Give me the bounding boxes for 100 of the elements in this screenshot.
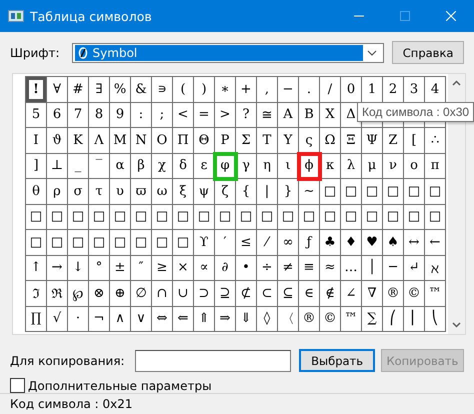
character-cell[interactable]: □ xyxy=(173,230,194,256)
character-cell[interactable]: □ xyxy=(320,204,341,230)
character-cell[interactable]: ⊕ xyxy=(110,281,131,306)
character-cell[interactable]: ♥ xyxy=(362,230,383,256)
character-cell[interactable]: □ xyxy=(68,204,89,230)
character-cell[interactable]: β xyxy=(131,154,152,179)
character-cell[interactable]: ? xyxy=(236,102,257,128)
character-cell[interactable]: ⇐ xyxy=(173,306,194,332)
character-cell[interactable]: ϕ xyxy=(299,154,320,179)
character-cell[interactable]: ∂ xyxy=(215,256,236,281)
scroll-up-icon[interactable] xyxy=(452,80,461,86)
character-cell[interactable]: ∏ xyxy=(26,306,47,332)
character-cell[interactable]: ℑ xyxy=(26,281,47,306)
scroll-down-icon[interactable] xyxy=(452,322,461,328)
character-cell[interactable]: □ xyxy=(341,179,362,204)
character-cell[interactable]: ℵ xyxy=(425,256,446,281)
character-cell[interactable]: □ xyxy=(383,204,404,230)
character-cell[interactable]: □ xyxy=(110,230,131,256)
character-cell[interactable]: ∠ xyxy=(341,281,362,306)
character-cell[interactable]: ∈ xyxy=(299,281,320,306)
character-cell[interactable]: < xyxy=(173,102,194,128)
character-cell[interactable]: □ xyxy=(26,230,47,256)
character-cell[interactable]: ″ xyxy=(131,256,152,281)
character-cell[interactable]: □ xyxy=(257,204,278,230)
character-cell[interactable]: Θ xyxy=(194,128,215,154)
character-cell[interactable]: − xyxy=(278,77,299,102)
character-cell[interactable]: ™ xyxy=(425,281,446,306)
character-cell[interactable]: ∩ xyxy=(152,281,173,306)
character-cell[interactable]: τ xyxy=(89,179,110,204)
character-cell[interactable]: χ xyxy=(152,154,173,179)
character-cell[interactable]: □ xyxy=(47,204,68,230)
character-cell[interactable]: ο xyxy=(404,154,425,179)
character-cell[interactable]: ; xyxy=(152,102,173,128)
character-cell[interactable]: □ xyxy=(131,230,152,256)
character-cell[interactable]: ∉ xyxy=(320,281,341,306)
character-cell[interactable]: ⎝ xyxy=(425,306,446,332)
character-cell[interactable]: │ xyxy=(362,256,383,281)
character-cell[interactable]: ∇ xyxy=(362,281,383,306)
character-cell[interactable]: ⊃ xyxy=(194,281,215,306)
character-cell[interactable]: Ζ xyxy=(383,128,404,154)
character-cell[interactable]: = xyxy=(194,102,215,128)
character-cell[interactable]: Σ xyxy=(236,128,257,154)
character-cell[interactable]: υ xyxy=(110,179,131,204)
character-cell[interactable]: ′ xyxy=(215,230,236,256)
character-cell[interactable]: Ψ xyxy=(362,128,383,154)
character-cell[interactable]: ρ xyxy=(47,179,68,204)
character-cell[interactable]: □ xyxy=(152,230,173,256)
character-cell[interactable]: : xyxy=(131,102,152,128)
character-cell[interactable]: Ν xyxy=(131,128,152,154)
character-cell[interactable]: Ι xyxy=(26,128,47,154)
character-cell[interactable]: ≤ xyxy=(236,230,257,256)
character-cell[interactable]: ~ xyxy=(299,179,320,204)
character-cell[interactable]: η xyxy=(257,154,278,179)
character-cell[interactable]: ∪ xyxy=(173,281,194,306)
character-cell[interactable]: ‾ xyxy=(89,154,110,179)
copy-field[interactable] xyxy=(134,350,292,372)
character-cell[interactable]: ℘ xyxy=(68,281,89,306)
character-cell[interactable]: 〈 xyxy=(278,306,299,332)
character-cell[interactable]: κ xyxy=(320,154,341,179)
character-cell[interactable]: Λ xyxy=(89,128,110,154)
character-cell[interactable]: Β xyxy=(299,102,320,128)
character-cell[interactable]: + xyxy=(236,77,257,102)
character-cell[interactable]: λ xyxy=(341,154,362,179)
character-cell[interactable]: Μ xyxy=(110,128,131,154)
character-cell[interactable]: □ xyxy=(110,204,131,230)
character-cell[interactable]: ι xyxy=(278,154,299,179)
character-cell[interactable]: ϑ xyxy=(47,128,68,154)
character-cell[interactable]: ↑ xyxy=(26,256,47,281)
character-cell[interactable]: γ xyxy=(236,154,257,179)
character-cell[interactable]: □ xyxy=(89,204,110,230)
character-cell[interactable]: α xyxy=(110,154,131,179)
character-cell[interactable]: , xyxy=(257,77,278,102)
character-cell[interactable]: Τ xyxy=(257,128,278,154)
character-cell[interactable]: 9 xyxy=(110,102,131,128)
character-cell[interactable]: ∞ xyxy=(278,230,299,256)
character-cell[interactable]: ( xyxy=(173,77,194,102)
character-cell[interactable]: Α xyxy=(278,102,299,128)
character-cell[interactable]: # xyxy=(68,77,89,102)
character-cell[interactable]: ± xyxy=(110,256,131,281)
character-cell[interactable]: ⊂ xyxy=(257,281,278,306)
character-cell[interactable]: □ xyxy=(215,204,236,230)
character-cell[interactable]: ↓ xyxy=(68,256,89,281)
character-cell[interactable]: ⇒ xyxy=(215,306,236,332)
select-button[interactable]: Выбрать xyxy=(299,349,375,372)
character-cell[interactable]: ≥ xyxy=(152,256,173,281)
character-cell[interactable]: Π xyxy=(173,128,194,154)
character-cell[interactable]: ψ xyxy=(194,179,215,204)
character-cell[interactable]: □ xyxy=(47,230,68,256)
character-cell[interactable]: ξ xyxy=(173,179,194,204)
character-cell[interactable]: ♦ xyxy=(341,230,362,256)
character-cell[interactable]: ε xyxy=(194,154,215,179)
character-cell[interactable]: □ xyxy=(173,204,194,230)
character-cell[interactable]: | xyxy=(257,179,278,204)
character-cell[interactable]: Χ xyxy=(320,102,341,128)
character-cell[interactable]: } xyxy=(278,179,299,204)
character-cell[interactable]: © xyxy=(320,306,341,332)
character-cell[interactable]: ] xyxy=(26,154,47,179)
character-cell[interactable]: ∝ xyxy=(194,256,215,281)
character-cell[interactable]: ® xyxy=(383,281,404,306)
character-cell[interactable]: → xyxy=(47,256,68,281)
